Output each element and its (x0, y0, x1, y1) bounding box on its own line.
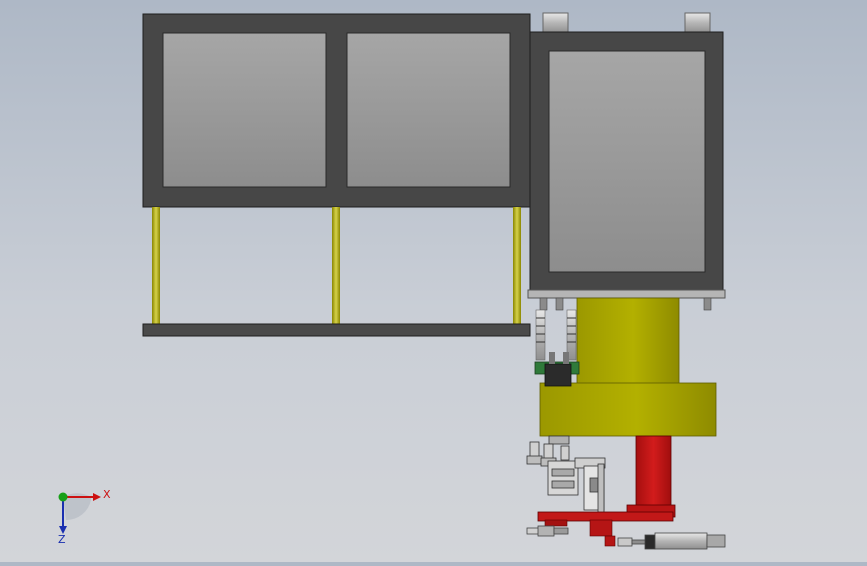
right-frame-panel[interactable] (548, 50, 706, 273)
support-posts[interactable] (152, 207, 521, 324)
base-plate[interactable] (142, 323, 531, 337)
right-frame-assembly[interactable] (527, 12, 726, 299)
cylinder-lower-flange[interactable] (539, 382, 717, 437)
support-post-middle[interactable] (332, 207, 340, 324)
left-frame-panel-1[interactable] (162, 32, 327, 188)
left-frame-panel-2[interactable] (346, 32, 511, 188)
support-post-left[interactable] (152, 207, 160, 324)
bottom-air-cylinder[interactable] (526, 525, 726, 550)
left-frame-assembly[interactable] (142, 13, 531, 208)
z-axis-label: Z (58, 533, 66, 546)
cylinder-upper[interactable] (576, 297, 680, 387)
guide-rods[interactable] (535, 309, 577, 361)
x-axis-label: X (103, 488, 111, 501)
coordinate-triad-icon: X Z (58, 488, 111, 546)
support-post-right[interactable] (513, 207, 521, 324)
top-nozzle-left[interactable] (542, 12, 569, 34)
cad-viewport[interactable]: X Z (0, 0, 867, 562)
right-frame-bottom-flange[interactable] (527, 289, 726, 299)
top-nozzle-right[interactable] (684, 12, 711, 34)
red-support-column[interactable] (626, 435, 676, 518)
